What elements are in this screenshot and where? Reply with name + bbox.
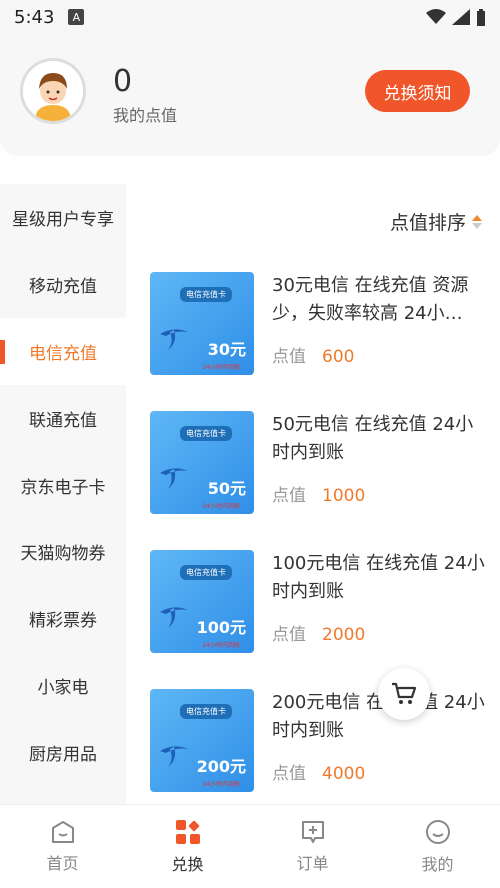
points-amount: 4000 — [322, 764, 366, 784]
thumb-tag: 电信充值卡 — [180, 565, 232, 580]
product-title: 100元电信 在线充值 24小时内到账 — [272, 553, 485, 602]
sidebar-item-jd-ecard[interactable]: 京东电子卡 — [0, 452, 126, 519]
tab-label: 订单 — [296, 853, 329, 873]
telecom-logo-icon — [160, 468, 188, 489]
wifi-icon — [426, 9, 446, 24]
cart-button[interactable] — [378, 668, 430, 720]
tab-label: 兑换 — [171, 854, 204, 874]
product-thumbnail: 电信充值卡 30元 24小时内到账 — [150, 272, 254, 375]
list-item[interactable]: 电信充值卡 100元 24小时内到账 100元电信 在线充值 24小时内到账 点… — [150, 550, 490, 689]
product-thumbnail: 电信充值卡 200元 24小时内到账 — [150, 689, 254, 792]
sidebar-item-telecom-recharge[interactable]: 电信充值 — [0, 317, 126, 385]
sidebar-item-small-appliances[interactable]: 小家电 — [0, 652, 126, 719]
home-icon — [51, 820, 74, 843]
points-amount: 600 — [322, 347, 355, 367]
product-list: 电信充值卡 30元 24小时内到账 30元电信 在线充值 资源少，失败率较高 2… — [150, 272, 490, 828]
thumb-note: 24小时内到账 — [202, 503, 240, 510]
list-item[interactable]: 电信充值卡 50元 24小时内到账 50元电信 在线充值 24小时内到账 点值 1… — [150, 411, 490, 550]
tab-label: 我的 — [421, 854, 454, 874]
cart-icon — [392, 682, 417, 704]
sidebar-item-kitchen[interactable]: 厨房用品 — [0, 719, 126, 786]
points-text: 点值 — [272, 625, 306, 645]
points-amount: 1000 — [322, 486, 366, 506]
sort-label: 点值排序 — [389, 212, 466, 234]
thumb-price: 200元 — [196, 757, 246, 776]
points-text: 点值 — [272, 347, 306, 367]
tab-home[interactable]: 首页 — [0, 805, 125, 888]
product-points: 点值 4000 — [272, 759, 365, 784]
status-bar: 5:43 A — [0, 0, 500, 34]
status-icons — [426, 8, 486, 26]
product-points: 点值 600 — [272, 342, 354, 367]
thumb-price: 30元 — [207, 340, 246, 359]
list-item[interactable]: 电信充值卡 30元 24小时内到账 30元电信 在线充值 资源少，失败率较高 2… — [150, 272, 490, 411]
telecom-logo-icon — [160, 746, 188, 767]
thumb-tag: 电信充值卡 — [180, 704, 232, 719]
avatar[interactable] — [20, 58, 86, 124]
sort-arrows-icon — [472, 214, 482, 229]
product-title: 50元电信 在线充值 24小时内到账 — [272, 414, 474, 463]
thumb-note: 24小时内到账 — [202, 364, 240, 371]
product-points: 点值 2000 — [272, 620, 365, 645]
sidebar-item-unicom-recharge[interactable]: 联通充值 — [0, 385, 126, 452]
thumb-price: 50元 — [207, 479, 246, 498]
sidebar-item-tickets[interactable]: 精彩票券 — [0, 585, 126, 652]
thumb-tag: 电信充值卡 — [180, 426, 232, 441]
product-title: 30元电信 在线充值 资源少，失败率较高 24小… — [272, 275, 469, 324]
sidebar-item-tmall-coupon[interactable]: 天猫购物券 — [0, 518, 126, 585]
points-text: 点值 — [272, 764, 306, 784]
tab-exchange[interactable]: 兑换 — [125, 805, 250, 888]
product-points: 点值 1000 — [272, 481, 365, 506]
exchange-notice-button[interactable]: 兑换须知 — [365, 70, 470, 112]
product-thumbnail: 电信充值卡 50元 24小时内到账 — [150, 411, 254, 514]
thumb-price: 100元 — [196, 618, 246, 637]
category-sidebar: 星级用户专享 移动充值 电信充值 联通充值 京东电子卡 天猫购物券 精彩票券 小… — [0, 184, 126, 804]
bottom-tabbar: 首页 兑换 订单 我的 — [0, 804, 500, 888]
user-header: 0 我的点值 兑换须知 — [0, 34, 500, 156]
points-label: 我的点值 — [113, 106, 178, 125]
sort-by-points[interactable]: 点值排序 — [390, 208, 482, 235]
telecom-logo-icon — [160, 329, 188, 350]
tab-orders[interactable]: 订单 — [250, 805, 375, 888]
sidebar-item-vip[interactable]: 星级用户专享 — [0, 184, 126, 251]
tab-profile[interactable]: 我的 — [375, 805, 500, 888]
thumb-tag: 电信充值卡 — [180, 287, 232, 302]
status-time: 5:43 — [14, 6, 55, 28]
exchange-icon — [175, 819, 200, 844]
notification-badge-icon: A — [68, 9, 85, 25]
battery-icon — [477, 8, 485, 26]
thumb-note: 24小时内到账 — [202, 781, 240, 788]
telecom-logo-icon — [160, 607, 188, 628]
profile-icon — [425, 819, 450, 844]
product-thumbnail: 电信充值卡 100元 24小时内到账 — [150, 550, 254, 653]
sidebar-item-mobile-recharge[interactable]: 移动充值 — [0, 251, 126, 318]
points-value: 0 — [113, 64, 133, 99]
thumb-note: 24小时内到账 — [202, 642, 240, 649]
points-text: 点值 — [272, 486, 306, 506]
points-amount: 2000 — [322, 625, 366, 645]
signal-icon — [452, 9, 470, 25]
tab-label: 首页 — [46, 853, 79, 873]
order-icon — [301, 820, 324, 843]
